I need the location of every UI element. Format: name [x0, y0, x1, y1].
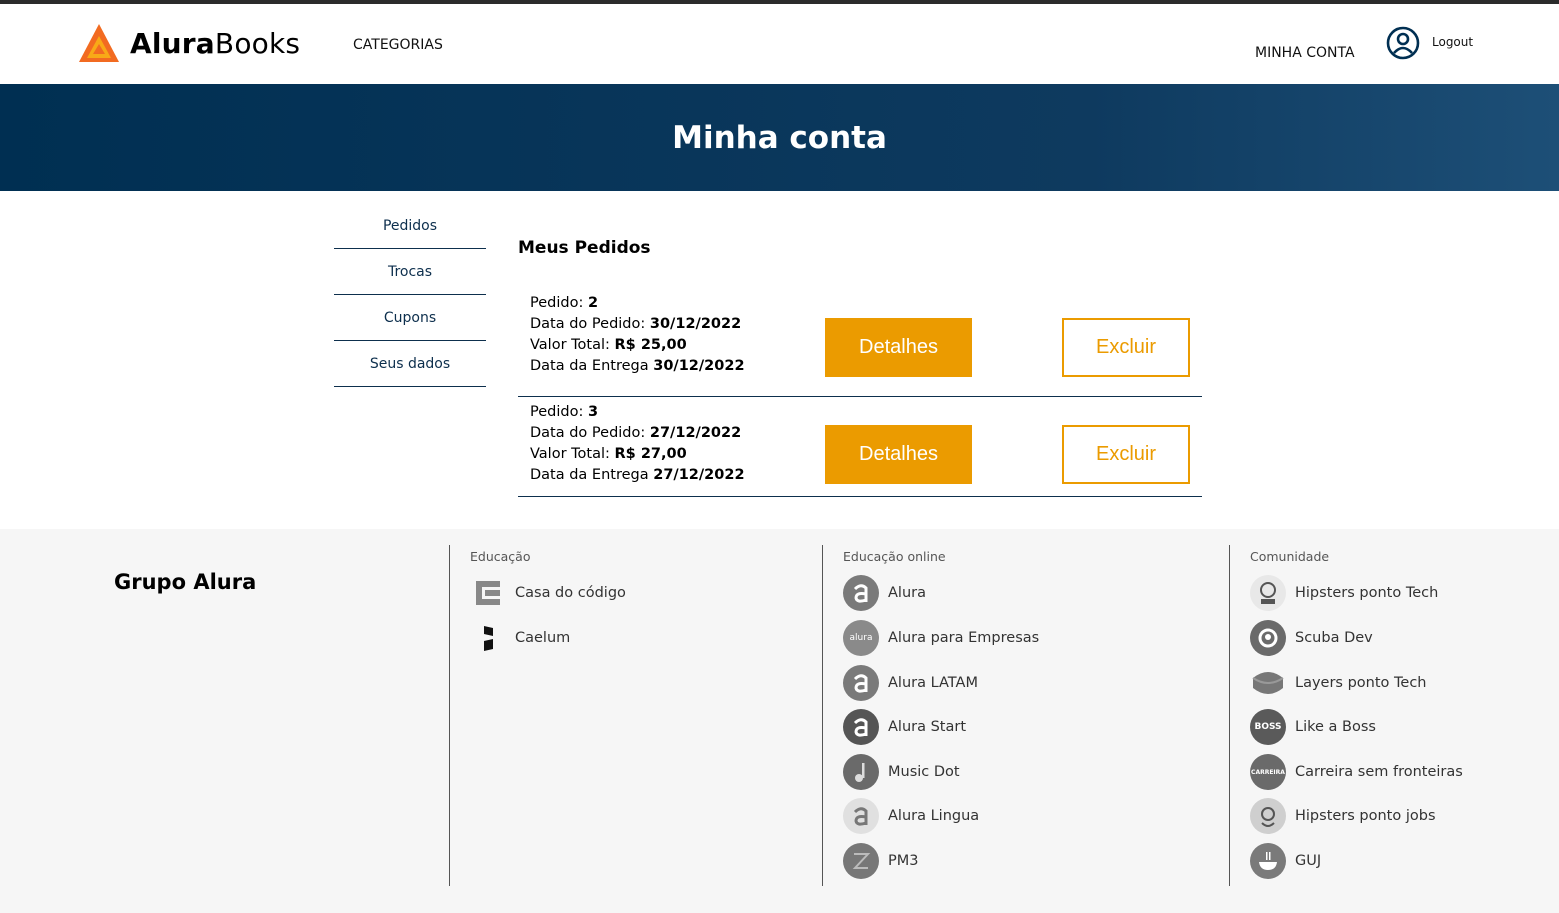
nav-categorias[interactable]: CATEGORIAS — [353, 37, 443, 53]
logo-text: AluraBooks — [130, 26, 301, 60]
order-id-label: Pedido: — [530, 404, 588, 420]
logout-link[interactable]: Logout — [1432, 35, 1473, 49]
hipsters-jobs-icon — [1250, 798, 1286, 834]
footer-link-casa-do-codigo[interactable]: Casa do código — [470, 575, 626, 611]
sidebar-item-seus-dados[interactable]: Seus dados — [334, 341, 486, 387]
page-title: Minha conta — [672, 120, 887, 156]
order-total: R$ 25,00 — [614, 337, 687, 353]
site-footer: Grupo Alura Educação Casa do código Cael… — [0, 529, 1559, 913]
order-date-label: Data do Pedido: — [530, 425, 650, 441]
footer-col-title-comunidade: Comunidade — [1250, 549, 1330, 564]
pm3-icon — [843, 843, 879, 879]
nav-minha-conta[interactable]: MINHA CONTA — [1255, 45, 1355, 61]
order-total-label: Valor Total: — [530, 337, 615, 353]
order-date: 30/12/2022 — [649, 316, 742, 332]
order-id-label: Pedido: — [530, 295, 588, 311]
footer-link-label: Hipsters ponto jobs — [1295, 808, 1436, 824]
footer-link-label: Like a Boss — [1295, 719, 1376, 735]
order-delivery-label: Data da Entrega — [530, 358, 654, 374]
footer-link-label: Alura Start — [888, 719, 967, 735]
order-delivery-label: Data da Entrega — [530, 467, 654, 483]
footer-link-alura[interactable]: Alura — [843, 575, 926, 611]
footer-link-hipsters-tech[interactable]: Hipsters ponto Tech — [1250, 575, 1438, 611]
footer-link-label: Hipsters ponto Tech — [1295, 585, 1439, 601]
order-total-label: Valor Total: — [530, 446, 615, 462]
order-info: Pedido: 3 Data do Pedido: 27/12/2022 Val… — [530, 402, 745, 486]
footer-link-alura-start[interactable]: Alura Start — [843, 709, 966, 745]
footer-link-label: Scuba Dev — [1295, 630, 1373, 646]
footer-link-label: Music Dot — [888, 764, 960, 780]
footer-col-title-educacao-online: Educação online — [843, 549, 946, 564]
alura-latam-icon — [843, 665, 879, 701]
footer-grupo-alura: Grupo Alura — [114, 570, 257, 594]
excluir-button[interactable]: Excluir — [1062, 318, 1190, 377]
footer-link-caelum[interactable]: Caelum — [470, 620, 570, 656]
footer-divider — [1229, 545, 1230, 886]
user-icon[interactable] — [1386, 26, 1420, 60]
alura-icon — [843, 575, 879, 611]
order-id: 2 — [587, 295, 599, 311]
footer-link-label: Caelum — [515, 630, 571, 646]
alurabooks-logo[interactable]: AluraBooks — [78, 21, 300, 65]
order-id: 3 — [587, 404, 599, 420]
order-total: R$ 27,00 — [614, 446, 687, 462]
footer-link-alura-lingua[interactable]: Alura Lingua — [843, 798, 979, 834]
footer-link-label: GUJ — [1295, 853, 1322, 869]
scuba-dev-icon — [1250, 620, 1286, 656]
footer-link-carreira[interactable]: CARREIRA Carreira sem fronteiras — [1250, 754, 1463, 790]
footer-link-label: Alura LATAM — [888, 675, 978, 691]
account-sidebar: Pedidos Trocas Cupons Seus dados — [334, 203, 486, 387]
casa-do-codigo-icon — [470, 575, 506, 611]
footer-divider — [822, 545, 823, 886]
footer-link-hipsters-jobs[interactable]: Hipsters ponto jobs — [1250, 798, 1436, 834]
site-header: AluraBooks CATEGORIAS MINHA CONTA Logout — [0, 4, 1559, 84]
footer-link-alura-empresas[interactable]: alura Alura para Empresas — [843, 620, 1039, 656]
order-delivery-date: 30/12/2022 — [653, 358, 745, 374]
detalhes-button[interactable]: Detalhes — [825, 318, 972, 377]
footer-link-label: Casa do código — [515, 585, 626, 601]
hipsters-tech-icon — [1250, 575, 1286, 611]
layers-tech-icon — [1250, 665, 1286, 701]
sidebar-item-cupons[interactable]: Cupons — [334, 295, 486, 341]
footer-col-title-educacao: Educação — [470, 549, 531, 564]
footer-link-music-dot[interactable]: Music Dot — [843, 754, 960, 790]
footer-link-alura-latam[interactable]: Alura LATAM — [843, 665, 978, 701]
footer-divider — [449, 545, 450, 886]
detalhes-button[interactable]: Detalhes — [825, 425, 972, 484]
music-dot-icon — [843, 754, 879, 790]
excluir-button[interactable]: Excluir — [1062, 425, 1190, 484]
carreira-icon: CARREIRA — [1250, 754, 1286, 790]
footer-link-label: PM3 — [888, 853, 919, 869]
orders-title: Meus Pedidos — [518, 238, 651, 258]
order-info: Pedido: 2 Data do Pedido: 30/12/2022 Val… — [530, 293, 745, 377]
alurabooks-logo-icon — [79, 24, 119, 62]
footer-link-guj[interactable]: GUJ — [1250, 843, 1321, 879]
alura-lingua-icon — [843, 798, 879, 834]
footer-link-label: Alura para Empresas — [888, 630, 1040, 646]
sidebar-item-trocas[interactable]: Trocas — [334, 249, 486, 295]
order-date-label: Data do Pedido: — [530, 316, 650, 332]
order-date: 27/12/2022 — [649, 425, 742, 441]
sidebar-item-pedidos[interactable]: Pedidos — [334, 203, 486, 249]
footer-link-label: Carreira sem fronteiras — [1295, 764, 1463, 780]
page-banner: Minha conta — [0, 84, 1559, 191]
alura-start-icon — [843, 709, 879, 745]
alura-empresas-icon: alura — [843, 620, 879, 656]
footer-link-layers-tech[interactable]: Layers ponto Tech — [1250, 665, 1427, 701]
guj-icon — [1250, 843, 1286, 879]
caelum-icon — [470, 620, 506, 656]
footer-link-label: Layers ponto Tech — [1295, 675, 1427, 691]
order-item: Pedido: 3 Data do Pedido: 27/12/2022 Val… — [518, 397, 1202, 497]
like-a-boss-icon: BOSS — [1250, 709, 1286, 745]
footer-link-scuba-dev[interactable]: Scuba Dev — [1250, 620, 1373, 656]
footer-link-like-a-boss[interactable]: BOSS Like a Boss — [1250, 709, 1376, 745]
footer-link-label: Alura — [888, 585, 926, 601]
footer-link-label: Alura Lingua — [888, 808, 980, 824]
footer-link-pm3[interactable]: PM3 — [843, 843, 918, 879]
order-delivery-date: 27/12/2022 — [653, 467, 745, 483]
order-item: Pedido: 2 Data do Pedido: 30/12/2022 Val… — [518, 288, 1202, 397]
